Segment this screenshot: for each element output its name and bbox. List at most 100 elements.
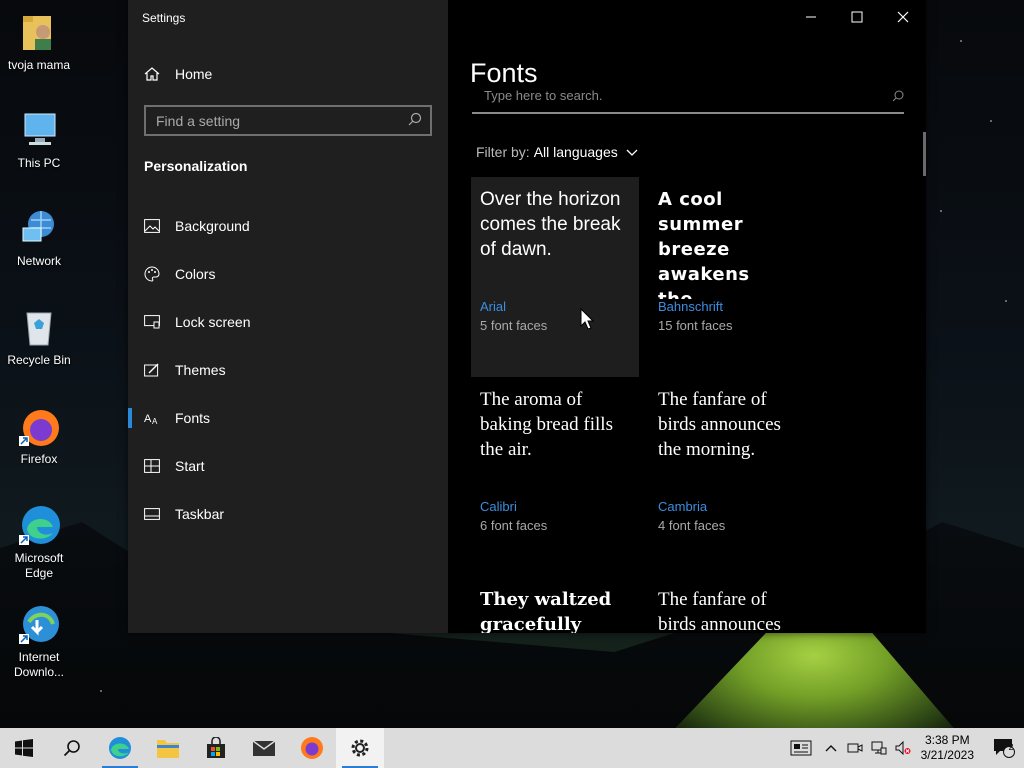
network-icon (17, 206, 61, 250)
font-card-cambria[interactable]: The fanfare of birds announces the morni… (649, 377, 817, 577)
window-title: Settings (142, 11, 186, 25)
taskbar-icon (144, 506, 160, 522)
settings-sidebar: Settings Home Find a setting Personaliza… (128, 0, 448, 633)
sidebar-item-background[interactable]: Background (128, 202, 448, 250)
network-status-button[interactable] (867, 728, 891, 768)
sidebar-item-label: Taskbar (175, 506, 225, 522)
camera-icon (847, 743, 863, 753)
settings-search-placeholder: Find a setting (156, 112, 241, 129)
clock-time: 3:38 PM (924, 733, 970, 747)
notification-count: 2 (1008, 742, 1014, 752)
font-name: Cambria (658, 499, 708, 514)
taskbar-edge[interactable] (96, 728, 144, 768)
sidebar-item-label: Start (175, 458, 205, 474)
minimize-icon (806, 16, 816, 18)
search-icon (892, 90, 904, 105)
sidebar-item-taskbar[interactable]: Taskbar (128, 490, 448, 538)
nav-home-label: Home (175, 66, 213, 82)
sidebar-item-start[interactable]: Start (128, 442, 448, 490)
settings-search-input[interactable]: Find a setting (144, 105, 432, 136)
sidebar-item-label: Themes (175, 362, 226, 378)
home-icon (144, 66, 160, 82)
nav-home[interactable]: Home (144, 62, 212, 86)
start-button[interactable] (0, 728, 48, 768)
taskbar-mail[interactable] (240, 728, 288, 768)
desktop-icon-edge[interactable]: Microsoft Edge (2, 503, 76, 581)
settings-window: Settings Home Find a setting Personaliza… (128, 0, 926, 633)
start-icon (144, 458, 160, 474)
lock-screen-icon (144, 314, 160, 330)
personalization-nav: Background Colors Lock screen Themes A A… (128, 202, 448, 538)
wallpaper-star (960, 40, 962, 42)
font-sample: The aroma of baking bread fills the air. (480, 389, 613, 460)
desktop-icon-this-pc[interactable]: This PC (2, 108, 76, 171)
font-sample: The fanfare of birds announces (658, 589, 781, 633)
sidebar-item-label: Background (175, 218, 250, 234)
minimize-button[interactable] (788, 0, 834, 34)
font-faces: 5 font faces (480, 318, 548, 333)
sidebar-item-colors[interactable]: Colors (128, 250, 448, 298)
font-faces: 4 font faces (658, 518, 726, 533)
meet-now-button[interactable] (843, 728, 867, 768)
show-hidden-icons-button[interactable] (819, 728, 843, 768)
wallpaper-star (990, 120, 992, 122)
mail-icon (252, 740, 276, 756)
sidebar-item-fonts[interactable]: AA Fonts (128, 394, 448, 442)
search-button[interactable] (48, 728, 96, 768)
user-folder-icon (17, 10, 61, 54)
font-card-bahnschrift[interactable]: A cool summer breeze awakens the… Bahnsc… (649, 177, 817, 377)
maximize-button[interactable] (834, 0, 880, 34)
news-widget-button[interactable] (783, 728, 819, 768)
svg-text:A: A (144, 413, 152, 425)
page-title: Fonts (470, 58, 538, 88)
idm-icon (17, 602, 61, 646)
taskbar-firefox[interactable] (288, 728, 336, 768)
recycle-bin-icon (17, 305, 61, 349)
font-sample: A cool summer breeze awakens the… (658, 189, 750, 299)
font-card-arial[interactable]: Over the horizon comes the break of dawn… (471, 177, 639, 377)
search-icon (408, 112, 422, 129)
file-explorer-icon (157, 740, 179, 758)
volume-muted-icon (895, 741, 911, 755)
clock[interactable]: 3:38 PM 3/21/2023 (921, 733, 974, 763)
filter-label: Filter by: (476, 144, 530, 160)
font-search-placeholder: Type here to search. (484, 88, 603, 103)
font-search-input[interactable]: Type here to search. (472, 86, 904, 114)
sidebar-item-themes[interactable]: Themes (128, 346, 448, 394)
close-icon (897, 11, 909, 23)
font-sample: The fanfare of birds announces the morni… (658, 389, 781, 460)
fonts-page: Fonts Type here to search. Filter by: Al… (448, 0, 926, 633)
font-card[interactable]: They waltzed gracefully (471, 577, 639, 633)
desktop-icon-recycle-bin[interactable]: Recycle Bin (2, 305, 76, 368)
font-card[interactable]: The fanfare of birds announces (649, 577, 817, 633)
themes-icon (144, 362, 160, 378)
sidebar-item-label: Colors (175, 266, 216, 282)
desktop-icon-firefox[interactable]: Firefox (2, 404, 76, 467)
volume-button[interactable] (891, 728, 915, 768)
section-title: Personalization (144, 158, 248, 174)
network-wired-icon (871, 741, 887, 755)
font-card-calibri[interactable]: The aroma of baking bread fills the air.… (471, 377, 639, 577)
close-button[interactable] (880, 0, 926, 34)
maximize-icon (851, 11, 863, 23)
desktop-icon-network[interactable]: Network (2, 206, 76, 269)
taskbar-file-explorer[interactable] (144, 728, 192, 768)
chevron-up-icon (825, 745, 837, 752)
font-name: Bahnschrift (658, 299, 724, 314)
sidebar-item-lock-screen[interactable]: Lock screen (128, 298, 448, 346)
desktop-icon-user-folder[interactable]: tvoja mama (2, 10, 76, 73)
search-icon (63, 740, 80, 757)
desktop-icon-idm[interactable]: Internet Downlo... (2, 602, 76, 680)
language-filter[interactable]: Filter by: All languages (476, 144, 638, 160)
filter-value: All languages (533, 144, 618, 160)
edge-icon (17, 503, 61, 547)
system-tray: 3:38 PM 3/21/2023 2 (783, 728, 1024, 768)
taskbar-store[interactable] (192, 728, 240, 768)
action-center-button[interactable]: 2 (984, 728, 1024, 768)
window-controls (788, 0, 926, 34)
sidebar-item-label: Fonts (175, 410, 211, 426)
scrollbar-thumb[interactable] (923, 132, 926, 176)
taskbar: 3:38 PM 3/21/2023 2 (0, 728, 1024, 768)
store-icon (207, 737, 225, 758)
taskbar-settings[interactable] (336, 728, 384, 768)
